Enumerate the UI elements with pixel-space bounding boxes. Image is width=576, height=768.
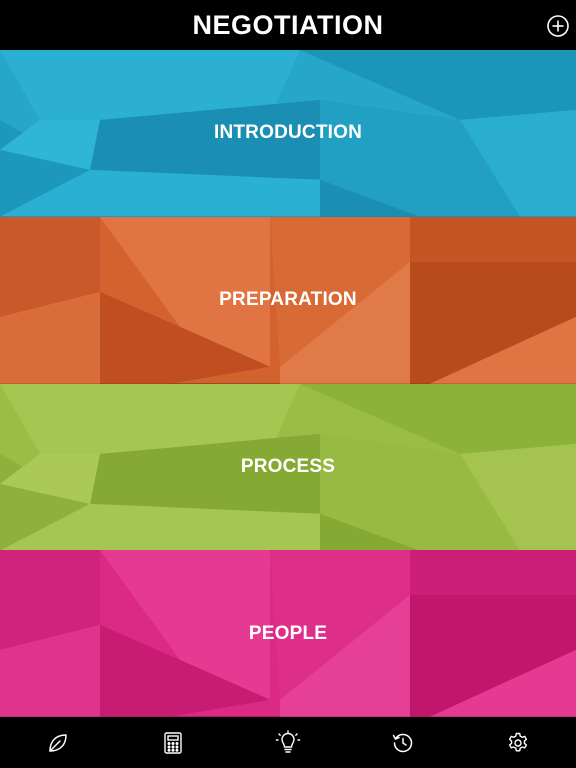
section-label-introduction: INTRODUCTION — [213, 122, 363, 144]
section-label-process: PROCESS — [240, 455, 336, 477]
gear-icon — [509, 732, 528, 751]
page-title: NEGOTIATION — [192, 9, 384, 40]
tab-leaf[interactable] — [34, 723, 82, 763]
calculator-icon — [164, 731, 182, 754]
section-process[interactable]: PROCESS — [0, 383, 576, 551]
section-people[interactable]: PEOPLE — [0, 550, 576, 717]
section-label-preparation: PREPARATION — [219, 289, 357, 311]
app-window: NEGOTIATION INTRODUCTION PREPARATION PRO… — [0, 0, 576, 768]
tab-settings[interactable] — [494, 723, 542, 763]
history-icon — [392, 733, 413, 752]
section-introduction[interactable]: INTRODUCTION — [0, 50, 576, 217]
header-bar: NEGOTIATION — [0, 0, 576, 50]
add-button[interactable] — [546, 14, 570, 38]
section-preparation[interactable]: PREPARATION — [0, 216, 576, 384]
plus-circle-icon — [547, 15, 569, 37]
bottom-tab-bar — [0, 717, 576, 768]
lightbulb-icon — [275, 729, 301, 753]
tab-history[interactable] — [379, 723, 427, 763]
tab-ideas[interactable] — [264, 723, 312, 763]
section-list: INTRODUCTION PREPARATION PROCESS PEOPLE — [0, 50, 576, 717]
section-label-people: PEOPLE — [248, 622, 328, 644]
tab-calculator[interactable] — [149, 723, 197, 763]
leaf-icon — [48, 733, 67, 752]
